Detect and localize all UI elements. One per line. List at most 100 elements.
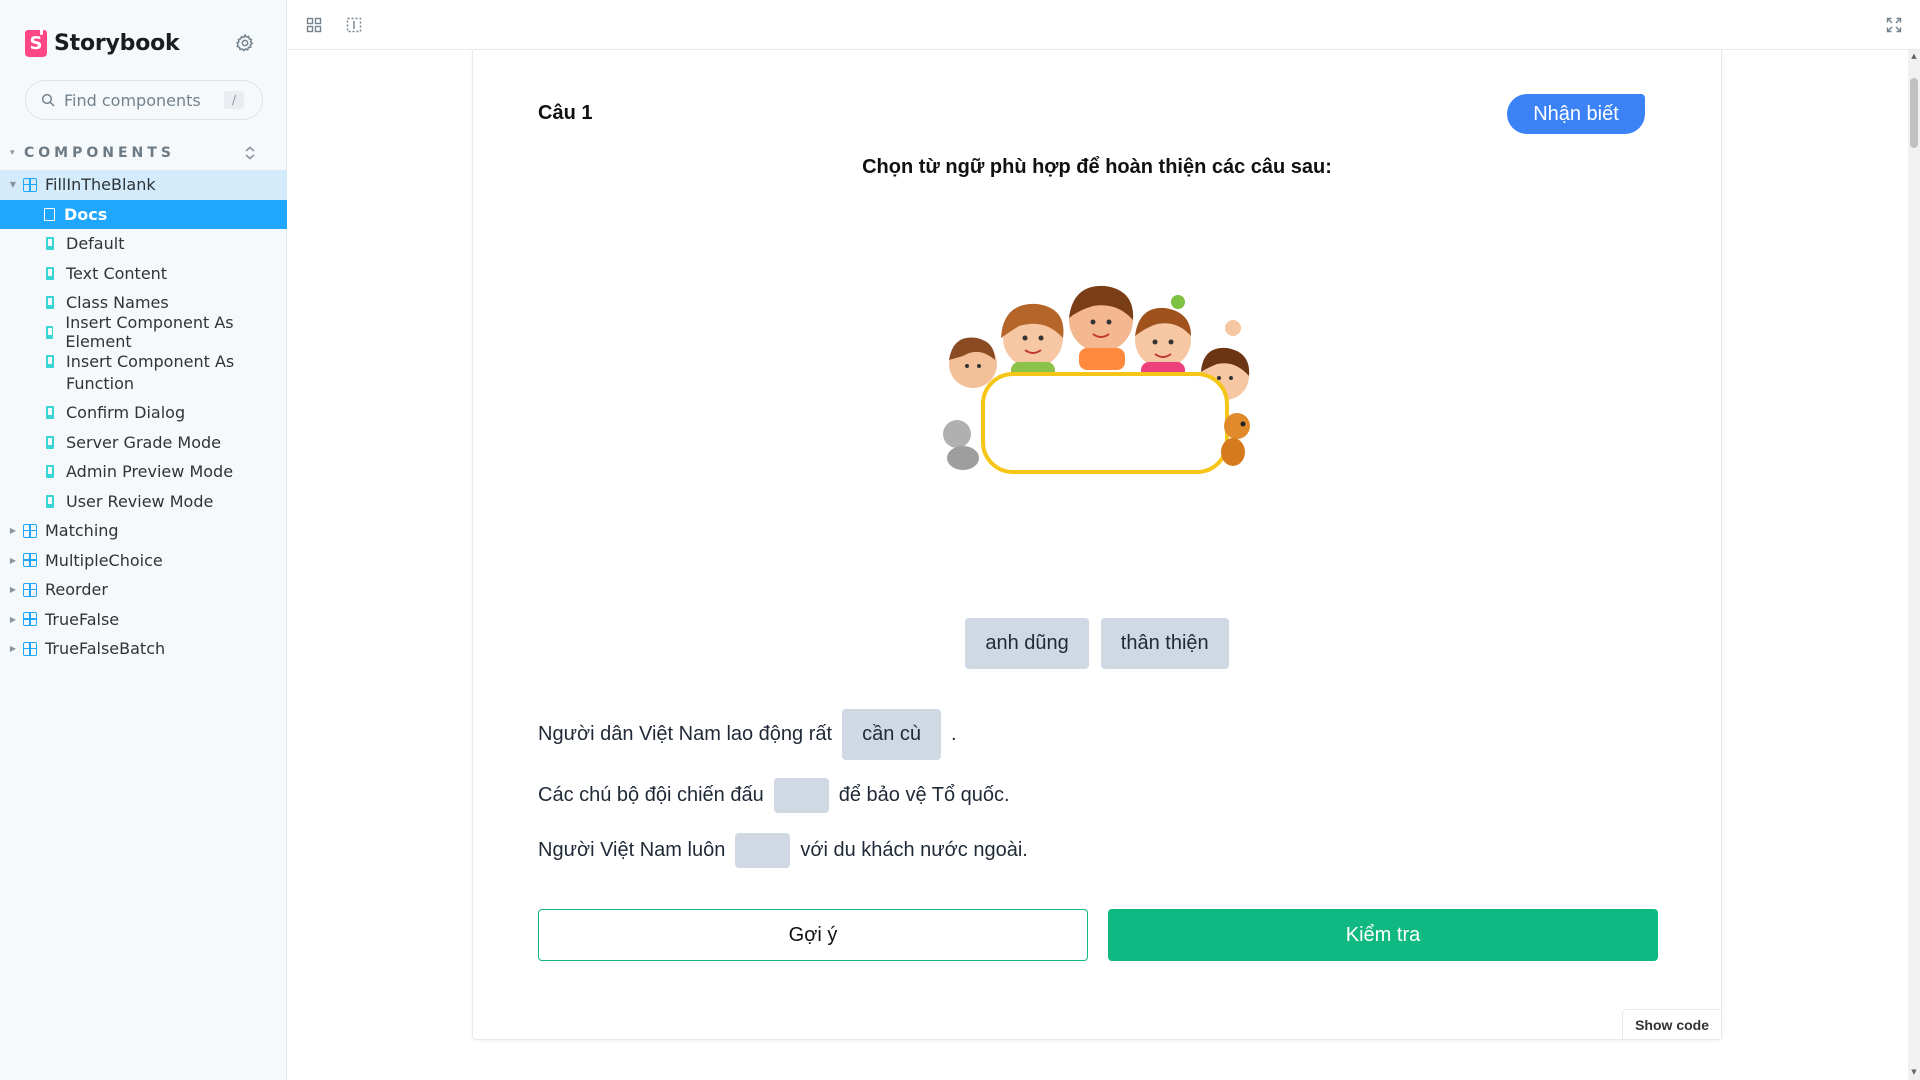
- component-icon: [23, 641, 37, 656]
- tree-item-fillintheblank[interactable]: ▼ FillInTheBlank: [0, 170, 287, 200]
- scroll-down-icon[interactable]: ▼: [1909, 1068, 1919, 1078]
- show-code-button[interactable]: Show code: [1622, 1009, 1721, 1039]
- component-icon: [23, 612, 37, 627]
- story-item-label: Server Grade Mode: [66, 432, 222, 452]
- sentence-text-before: Người Việt Nam luôn: [538, 839, 726, 861]
- toolbar: [288, 0, 1920, 50]
- story-item-label: Admin Preview Mode: [66, 462, 234, 482]
- fullscreen-button[interactable]: [1882, 13, 1906, 37]
- story-item-label: User Review Mode: [66, 491, 214, 511]
- answer-slot-empty[interactable]: [773, 778, 829, 813]
- answer-slot-filled[interactable]: cần cù: [842, 709, 942, 760]
- story-item-text-content[interactable]: Text Content: [0, 259, 287, 289]
- section-title: COMPONENTS: [24, 145, 175, 161]
- sentence-text-after: .: [951, 723, 957, 745]
- check-button[interactable]: Kiểm tra: [1108, 909, 1658, 961]
- components-section-toggle[interactable]: ▾ COMPONENTS: [10, 143, 260, 163]
- bookmark-icon: [46, 435, 54, 449]
- question-instruction: Chọn từ ngữ phù hợp để hoàn thiện các câ…: [862, 156, 1332, 178]
- settings-button[interactable]: [234, 32, 256, 54]
- scrollbar-thumb[interactable]: [1910, 78, 1918, 148]
- outline-toggle-button[interactable]: [342, 13, 366, 37]
- sentence-text-after: để bảo vệ Tổ quốc.: [838, 784, 1010, 806]
- component-icon: [23, 177, 37, 192]
- caret-right-icon: ▶: [9, 614, 17, 624]
- preview-canvas: Câu 1 Nhận biết Chọn từ ngữ phù hợp để h…: [288, 50, 1908, 1080]
- bookmark-icon: [46, 494, 54, 508]
- vertical-scrollbar[interactable]: ▲ ▼: [1908, 50, 1920, 1080]
- grid-toggle-button[interactable]: [302, 13, 326, 37]
- tree-item-label: TrueFalse: [45, 609, 120, 629]
- word-bank: anh dũng thân thiện: [473, 618, 1721, 669]
- expand-all-button[interactable]: [240, 143, 260, 163]
- tree-item-label: Matching: [45, 521, 119, 541]
- component-icon: [23, 553, 37, 568]
- word-chip[interactable]: anh dũng: [965, 618, 1089, 669]
- question-title: Câu 1: [538, 102, 593, 124]
- storybook-logo[interactable]: S Storybook: [25, 27, 180, 59]
- bookmark-icon: [46, 296, 54, 310]
- outline-icon: [346, 17, 362, 33]
- caret-down-icon: ▼: [9, 180, 17, 190]
- story-preview: Câu 1 Nhận biết Chọn từ ngữ phù hợp để h…: [472, 50, 1722, 1040]
- level-badge: Nhận biết: [1507, 94, 1645, 134]
- scroll-up-icon[interactable]: ▲: [1909, 52, 1919, 62]
- sentence-text-after: với du khách nước ngoài.: [800, 839, 1028, 861]
- caret-down-icon: ▾: [10, 148, 15, 158]
- story-item-insert-component-as-function[interactable]: Insert Component As Function: [0, 347, 287, 398]
- tree-item-truefalse[interactable]: ▶ TrueFalse: [0, 605, 287, 635]
- bookmark-icon: [46, 355, 54, 368]
- story-item-admin-preview-mode[interactable]: Admin Preview Mode: [0, 457, 287, 487]
- hint-button[interactable]: Gợi ý: [538, 909, 1088, 961]
- caret-right-icon: ▶: [9, 555, 17, 565]
- gear-icon: [236, 33, 254, 52]
- document-icon: [44, 207, 55, 221]
- sentence-2: Các chú bộ đội chiến đấu để bảo vệ Tổ qu…: [538, 778, 1010, 813]
- tree-item-reorder[interactable]: ▶ Reorder: [0, 575, 287, 605]
- component-icon: [23, 523, 37, 538]
- tree-item-label: MultipleChoice: [45, 550, 163, 570]
- expand-collapse-icon: [245, 146, 255, 160]
- caret-right-icon: ▶: [9, 644, 17, 654]
- word-chip[interactable]: thân thiện: [1100, 618, 1229, 669]
- tree-item-truefalsebatch[interactable]: ▶ TrueFalseBatch: [0, 634, 287, 664]
- grid-icon: [306, 17, 322, 33]
- component-tree: ▼ FillInTheBlank Docs Default Text Conte…: [0, 170, 287, 664]
- bookmark-icon: [46, 325, 54, 339]
- tree-item-matching[interactable]: ▶ Matching: [0, 516, 287, 546]
- component-icon: [23, 582, 37, 597]
- docs-page: Câu 1 Nhận biết Chọn từ ngữ phù hợp để h…: [288, 50, 1908, 1080]
- story-item-label: Class Names: [66, 293, 169, 313]
- search-input[interactable]: [64, 90, 214, 110]
- sentence-3: Người Việt Nam luôn với du khách nước ng…: [538, 833, 1028, 868]
- tree-item-label: TrueFalseBatch: [45, 639, 166, 659]
- search-icon: [41, 93, 55, 107]
- bookmark-icon: [46, 406, 54, 420]
- story-item-insert-component-as-element[interactable]: Insert Component As Element: [0, 313, 287, 351]
- search-box: /: [25, 80, 263, 120]
- story-item-server-grade-mode[interactable]: Server Grade Mode: [0, 428, 287, 458]
- brand-name: Storybook: [54, 30, 180, 56]
- sentence-1: Người dân Việt Nam lao động rất cần cù .: [538, 709, 957, 760]
- storybook-logo-icon: S: [25, 27, 47, 57]
- tree-item-label: FillInTheBlank: [45, 175, 156, 195]
- story-item-label: Text Content: [66, 263, 168, 283]
- bookmark-icon: [46, 266, 54, 280]
- caret-right-icon: ▶: [9, 585, 17, 595]
- caret-right-icon: ▶: [9, 526, 17, 536]
- tree-item-label: Reorder: [45, 580, 108, 600]
- story-item-label: Confirm Dialog: [66, 403, 186, 423]
- bookmark-icon: [46, 465, 54, 479]
- bookmark-icon: [46, 237, 54, 251]
- story-item-default[interactable]: Default: [0, 229, 287, 259]
- tree-item-multiplechoice[interactable]: ▶ MultipleChoice: [0, 546, 287, 576]
- story-item-label: Insert Component As Element: [65, 313, 234, 352]
- story-item-docs[interactable]: Docs: [0, 199, 287, 229]
- story-item-confirm-dialog[interactable]: Confirm Dialog: [0, 398, 287, 428]
- story-item-label: Default: [66, 234, 125, 254]
- sentence-text-before: Người dân Việt Nam lao động rất: [538, 723, 833, 745]
- fullscreen-icon: [1886, 17, 1902, 33]
- search-shortcut-badge: /: [224, 91, 244, 109]
- story-item-user-review-mode[interactable]: User Review Mode: [0, 487, 287, 517]
- answer-slot-empty[interactable]: [735, 833, 791, 868]
